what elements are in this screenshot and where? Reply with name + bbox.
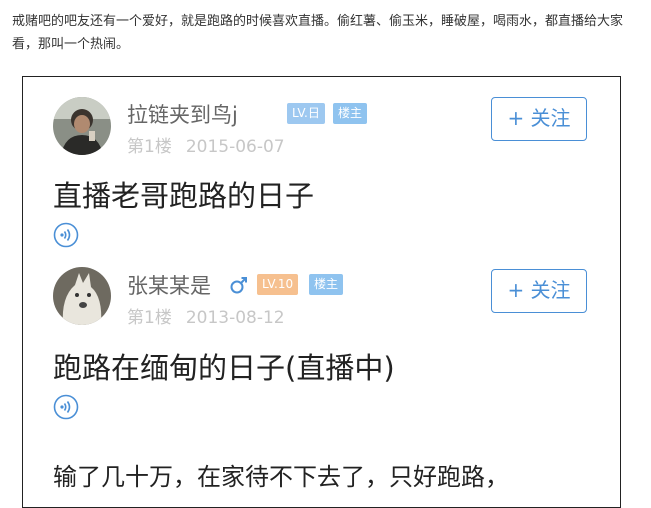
level-badge: LV.日	[287, 103, 325, 124]
post-title: 跑路在缅甸的日子(直播中)	[53, 351, 395, 385]
floor-label: 第1楼	[127, 137, 172, 157]
follow-button[interactable]: + 关注	[491, 269, 587, 313]
post-title: 直播老哥跑路的日子	[53, 179, 315, 213]
post-meta: 第1楼 2015-06-07	[127, 132, 299, 157]
username[interactable]: 拉链夹到鸟j	[127, 99, 238, 129]
post-meta: 第1楼 2013-08-12	[127, 303, 299, 328]
voice-play-icon[interactable]	[53, 222, 79, 248]
follow-button[interactable]: + 关注	[491, 97, 587, 141]
post-body: 输了几十万，在家待不下去了，只好跑路，	[53, 463, 509, 491]
avatar[interactable]	[53, 267, 111, 325]
post-date: 2013-08-12	[185, 308, 285, 328]
username[interactable]: 张某某是	[127, 270, 211, 300]
floor-label: 第1楼	[127, 308, 172, 328]
avatar[interactable]	[53, 97, 111, 155]
male-icon	[229, 275, 249, 295]
article-intro-text: 戒赌吧的吧友还有一个爱好，就是跑路的时候喜欢直播。偷红薯、偷玉米，睡破屋，喝雨水…	[12, 14, 624, 52]
owner-badge: 楼主	[309, 274, 344, 295]
screenshot-frame: 拉链夹到鸟j LV.日 楼主 第1楼 2015-06-07 + 关注 直播老哥跑路…	[22, 76, 621, 508]
level-badge: LV.10	[257, 274, 299, 295]
owner-badge: 楼主	[333, 103, 368, 124]
voice-play-icon[interactable]	[53, 394, 79, 420]
post-date: 2015-06-07	[185, 137, 285, 157]
